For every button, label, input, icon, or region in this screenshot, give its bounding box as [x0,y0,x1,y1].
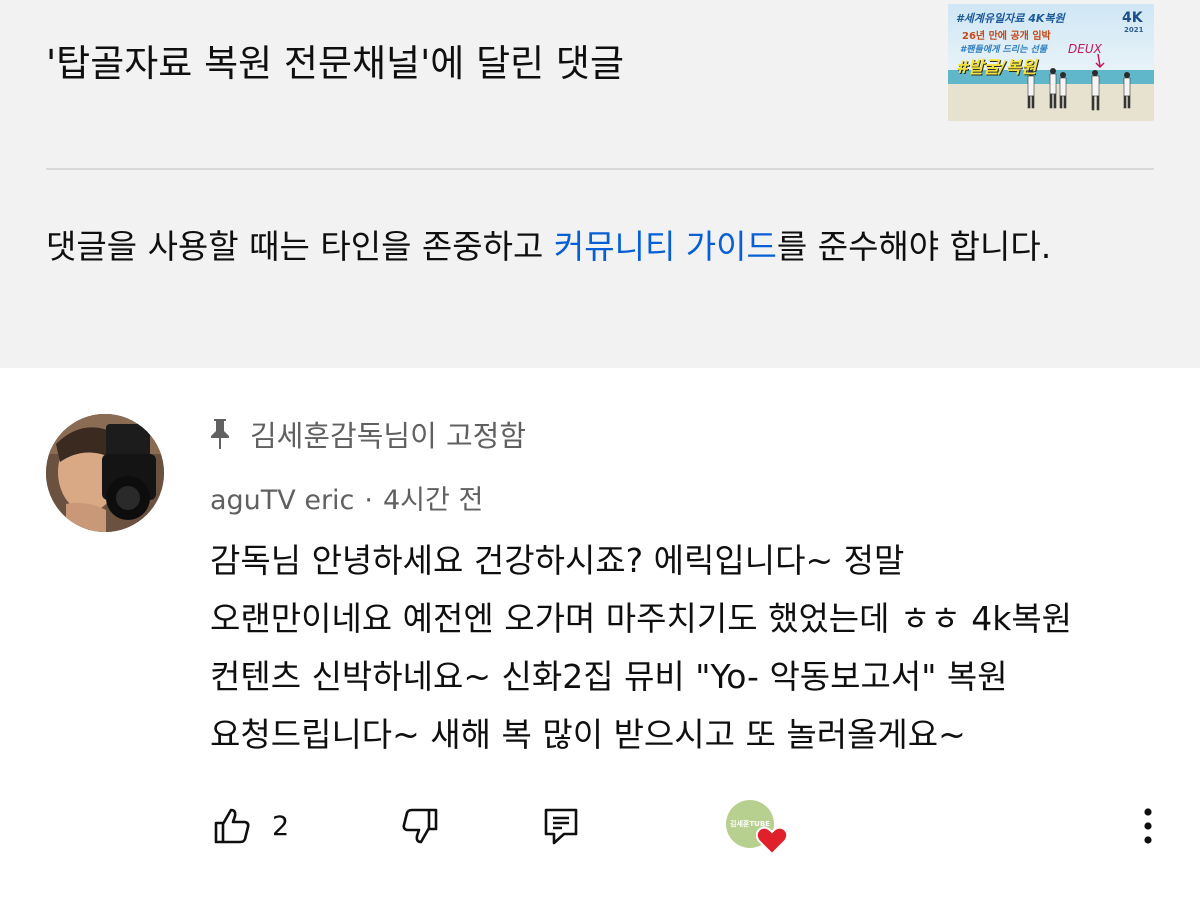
comment-text: 감독님 안녕하세요 건강하시죠? 에릭입니다~ 정말 오랜만이네요 예전엔 오가… [210,532,1170,764]
more-vert-icon [1144,808,1152,844]
avatar[interactable] [46,414,164,532]
comments-header-panel: '탑골자료 복원 전문채널'에 달린 댓글 #세계유일자료 4K복원 26년 만… [0,0,1200,368]
thumbs-down-icon [402,808,438,844]
comment-meta: aguTV eric · 4시간 전 [210,478,483,517]
like-count: 2 [272,810,290,842]
pinned-by-label: 김세훈감독님이 고정함 [250,419,527,453]
video-thumbnail[interactable]: #세계유일자료 4K복원 26년 만에 공개 임박 #팬들에게 드리는 선물 #… [948,4,1154,121]
pinned-comment: 김세훈감독님이 고정함 aguTV eric · 4시간 전 감독님 안녕하세요 건… [0,368,1200,904]
comment-line: 요청드립니다~ 새해 복 많이 받으시고 또 놀러올게요~ [210,715,966,754]
heart-icon [756,826,788,856]
avatar-image [46,414,164,532]
comment-timestamp[interactable]: 4시간 전 [383,485,483,516]
creator-heart-badge: 김세훈TUBE [726,800,792,862]
comment-actions: 2 김세훈TUBE [0,798,1200,858]
comment-line: 오랜만이네요 예전엔 오가며 마주치기도 했었는데 ㅎㅎ 4k복원 [210,599,1073,638]
pinned-indicator: 김세훈감독님이 고정함 [206,412,526,456]
thumbnail-4k-badge: 4K [1122,10,1143,26]
community-notice: 댓글을 사용할 때는 타인을 존중하고 커뮤니티 가이드를 준수해야 합니다. [46,220,1126,274]
thumbnail-caption-4: #발굴/복원 [956,58,1037,78]
reply-icon [544,808,578,845]
dislike-button[interactable] [400,806,440,850]
page-title: '탑골자료 복원 전문채널'에 달린 댓글 [46,42,624,85]
thumbnail-scribble: DEUX [1068,42,1102,56]
meta-separator: · [364,485,373,516]
community-guidelines-link[interactable]: 커뮤니티 가이드 [554,227,777,266]
pin-icon [211,419,229,449]
thumbnail-caption-2: 26년 만에 공개 임박 [962,31,1051,42]
thumbnail-year: 2021 [1124,26,1144,34]
notice-text-before: 댓글을 사용할 때는 타인을 존중하고 [46,227,554,266]
reply-button[interactable] [542,806,580,850]
thumbs-up-icon [214,808,250,844]
comment-line: 컨텐츠 신박하네요~ 신화2집 뮤비 "Yo- 악동보고서" 복원 [210,657,1008,696]
thumbnail-caption-1: #세계유일자료 4K복원 [956,12,1065,25]
divider [46,168,1154,170]
comment-line: 감독님 안녕하세요 건강하시죠? 에릭입니다~ 정말 [210,541,905,580]
more-options-button[interactable] [1134,804,1162,852]
comment-author[interactable]: aguTV eric [210,485,354,516]
notice-text-after: 를 준수해야 합니다. [776,227,1052,266]
like-button[interactable]: 2 [212,798,289,854]
